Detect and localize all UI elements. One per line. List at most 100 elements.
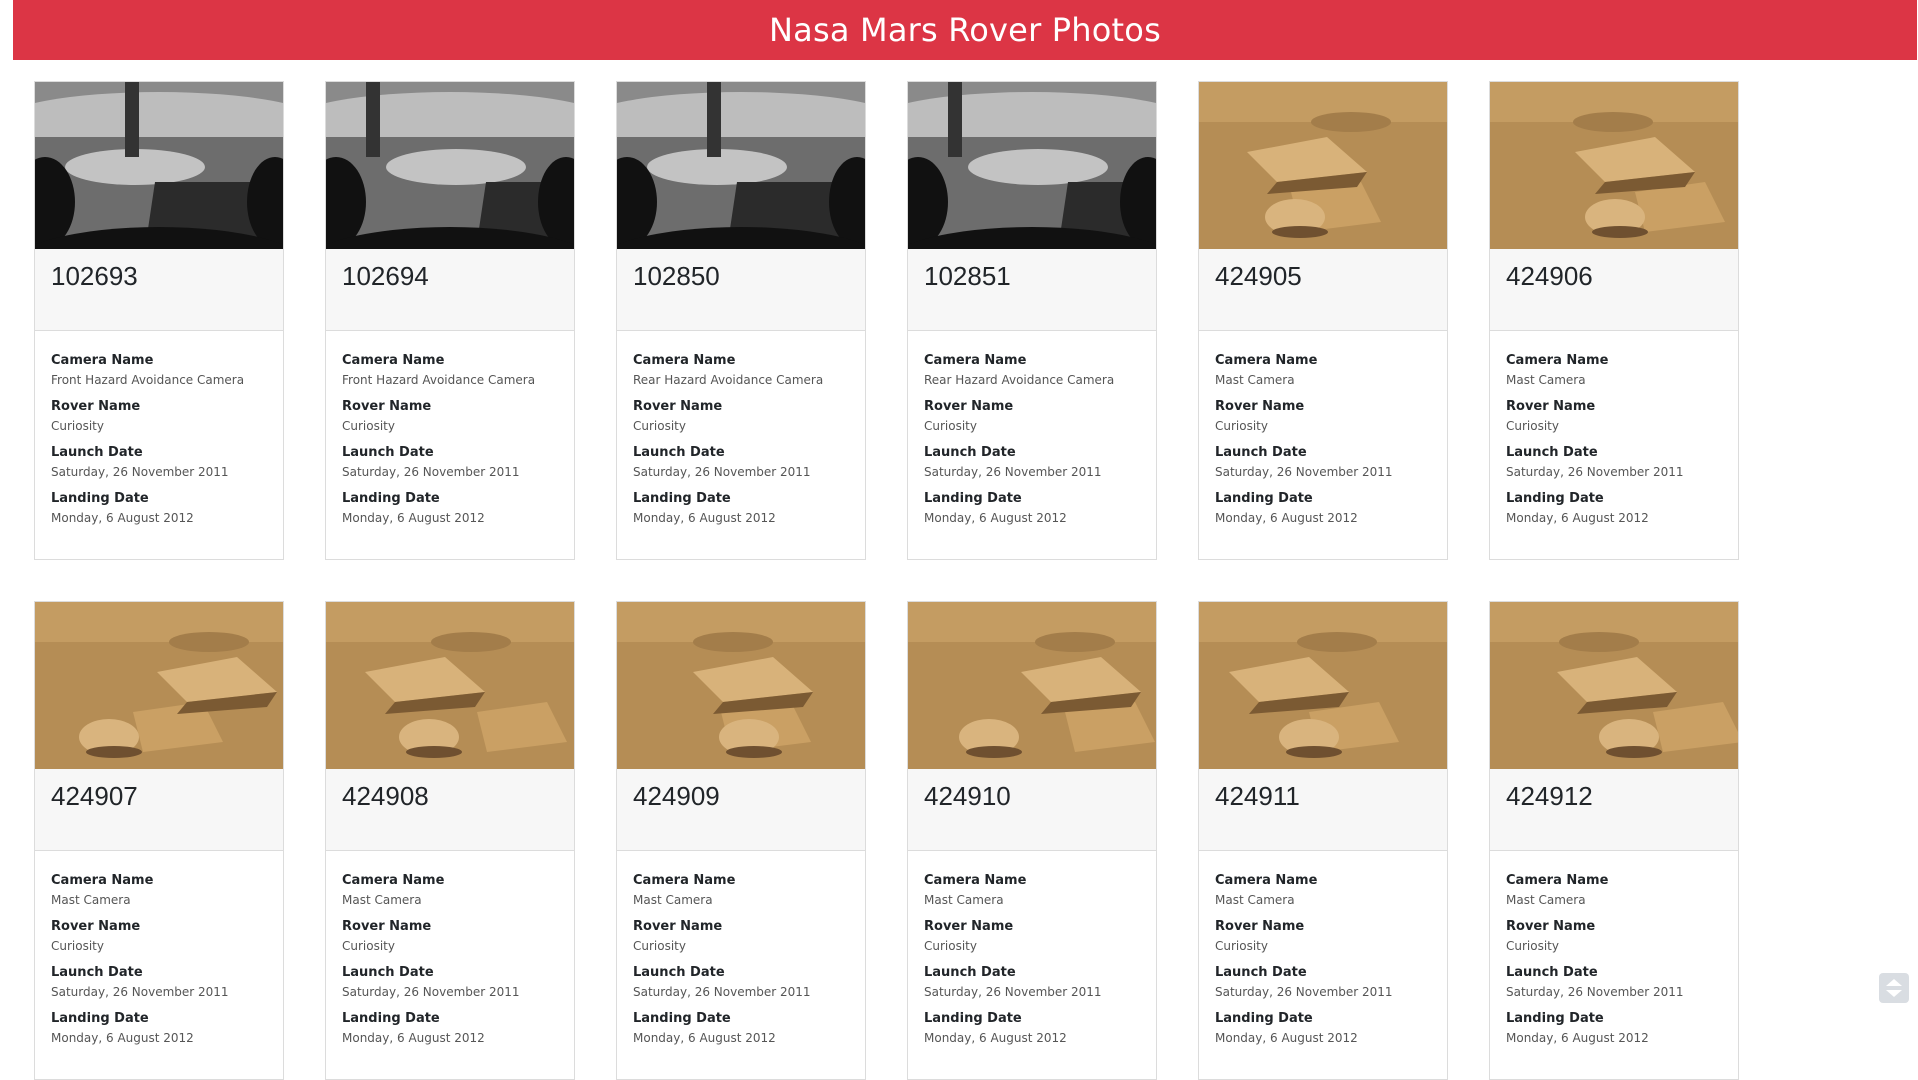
card-header: 102693 [35, 249, 283, 331]
rover-name-label: Rover Name [1506, 919, 1596, 934]
camera-name-label: Camera Name [1506, 353, 1609, 368]
launch-date-label: Launch Date [924, 445, 1016, 460]
landing-date-value: Monday, 6 August 2012 [1215, 1031, 1358, 1045]
launch-date-label: Launch Date [51, 965, 143, 980]
rover-name-label: Rover Name [924, 919, 1014, 934]
launch-date-value: Saturday, 26 November 2011 [924, 985, 1102, 999]
card-header: 424905 [1199, 249, 1447, 331]
camera-name-value: Mast Camera [1506, 893, 1586, 907]
camera-name-value: Mast Camera [633, 893, 713, 907]
photo-grid: 102693 Camera Name Front Hazard Avoidance … [34, 81, 1739, 1080]
scroll-up-arrow-icon[interactable] [1886, 979, 1902, 986]
photo-card: 102851 Camera Name Rear Hazard Avoidance C… [907, 81, 1157, 560]
photo-card: 102693 Camera Name Front Hazard Avoidance … [34, 81, 284, 560]
rover-name-value: Curiosity [51, 939, 104, 953]
rover-name-label: Rover Name [51, 919, 141, 934]
camera-name-value: Mast Camera [1215, 373, 1295, 387]
landing-date-value: Monday, 6 August 2012 [924, 1031, 1067, 1045]
card-body: Camera Name Mast Camera Rover Name Curiosit… [1199, 331, 1447, 528]
photo-id: 424906 [1506, 261, 1593, 291]
photo-id: 424905 [1215, 261, 1302, 291]
rover-photo-image [908, 82, 1156, 249]
rover-name-value: Curiosity [1506, 419, 1559, 433]
rover-photo-image [617, 82, 865, 249]
landing-date-value: Monday, 6 August 2012 [1506, 1031, 1649, 1045]
camera-name-label: Camera Name [924, 873, 1027, 888]
card-header: 102851 [908, 249, 1156, 331]
photo-id: 424912 [1506, 781, 1593, 811]
card-header: 424911 [1199, 769, 1447, 851]
launch-date-label: Launch Date [1215, 965, 1307, 980]
launch-date-label: Launch Date [1215, 445, 1307, 460]
camera-name-label: Camera Name [51, 873, 154, 888]
landing-date-value: Monday, 6 August 2012 [51, 511, 194, 525]
camera-name-value: Front Hazard Avoidance Camera [342, 373, 536, 387]
rover-photo-image [1490, 82, 1738, 249]
launch-date-label: Launch Date [1506, 965, 1598, 980]
launch-date-label: Launch Date [51, 445, 143, 460]
camera-name-value: Mast Camera [1215, 893, 1295, 907]
photo-card: 102694 Camera Name Front Hazard Avoidance … [325, 81, 575, 560]
camera-name-value: Rear Hazard Avoidance Camera [924, 373, 1115, 387]
photo-id: 424910 [924, 781, 1011, 811]
rover-name-value: Curiosity [342, 419, 395, 433]
camera-name-label: Camera Name [342, 873, 445, 888]
landing-date-value: Monday, 6 August 2012 [633, 1031, 776, 1045]
card-header: 424909 [617, 769, 865, 851]
card-header: 102850 [617, 249, 865, 331]
landing-date-value: Monday, 6 August 2012 [1506, 511, 1649, 525]
photo-id: 102850 [633, 261, 720, 291]
rover-photo-image [1199, 602, 1447, 769]
rover-name-value: Curiosity [924, 939, 977, 953]
landing-date-value: Monday, 6 August 2012 [342, 511, 485, 525]
card-header: 424906 [1490, 249, 1738, 331]
photo-card: 424909 Camera Name Mast Camera Rover Name Cu… [616, 601, 866, 1080]
card-header: 424910 [908, 769, 1156, 851]
card-body: Camera Name Rear Hazard Avoidance Camera R… [908, 331, 1156, 528]
photo-card: 424911 Camera Name Mast Camera Rover Name Cu… [1198, 601, 1448, 1080]
rover-name-label: Rover Name [1506, 399, 1596, 414]
landing-date-value: Monday, 6 August 2012 [924, 511, 1067, 525]
launch-date-value: Saturday, 26 November 2011 [1506, 985, 1684, 999]
camera-name-label: Camera Name [342, 353, 445, 368]
rover-photo-image [35, 82, 283, 249]
launch-date-value: Saturday, 26 November 2011 [633, 985, 811, 999]
camera-name-label: Camera Name [51, 353, 154, 368]
photo-id: 102693 [51, 261, 138, 291]
rover-name-label: Rover Name [924, 399, 1014, 414]
rover-photo-image [1199, 82, 1447, 249]
card-body: Camera Name Mast Camera Rover Name Curiosit… [35, 851, 283, 1048]
photo-id: 424908 [342, 781, 429, 811]
camera-name-label: Camera Name [1215, 353, 1318, 368]
scroll-up-down-icon[interactable] [1879, 973, 1909, 1003]
landing-date-label: Landing Date [633, 491, 731, 506]
launch-date-label: Launch Date [342, 965, 434, 980]
camera-name-value: Mast Camera [924, 893, 1004, 907]
landing-date-value: Monday, 6 August 2012 [633, 511, 776, 525]
card-body: Camera Name Mast Camera Rover Name Curiosit… [1490, 331, 1738, 528]
scroll-down-arrow-icon[interactable] [1886, 990, 1902, 997]
landing-date-label: Landing Date [1215, 491, 1313, 506]
launch-date-label: Launch Date [342, 445, 434, 460]
landing-date-label: Landing Date [1215, 1011, 1313, 1026]
landing-date-label: Landing Date [924, 1011, 1022, 1026]
card-body: Camera Name Mast Camera Rover Name Curiosit… [1199, 851, 1447, 1048]
camera-name-label: Camera Name [924, 353, 1027, 368]
card-body: Camera Name Mast Camera Rover Name Curiosit… [1490, 851, 1738, 1048]
card-header: 424908 [326, 769, 574, 851]
rover-photo-image [617, 602, 865, 769]
landing-date-label: Landing Date [1506, 491, 1604, 506]
camera-name-value: Rear Hazard Avoidance Camera [633, 373, 824, 387]
photo-card: 424908 Camera Name Mast Camera Rover Name Cu… [325, 601, 575, 1080]
card-body: Camera Name Front Hazard Avoidance Camera… [35, 331, 283, 528]
launch-date-label: Launch Date [1506, 445, 1598, 460]
photo-card: 424906 Camera Name Mast Camera Rover Name Cu… [1489, 81, 1739, 560]
rover-photo-image [326, 602, 574, 769]
photo-card: 424912 Camera Name Mast Camera Rover Name Cu… [1489, 601, 1739, 1080]
card-body: Camera Name Mast Camera Rover Name Curiosit… [326, 851, 574, 1048]
landing-date-label: Landing Date [51, 1011, 149, 1026]
landing-date-label: Landing Date [342, 491, 440, 506]
launch-date-label: Launch Date [633, 965, 725, 980]
photo-id: 102851 [924, 261, 1011, 291]
camera-name-value: Front Hazard Avoidance Camera [51, 373, 245, 387]
